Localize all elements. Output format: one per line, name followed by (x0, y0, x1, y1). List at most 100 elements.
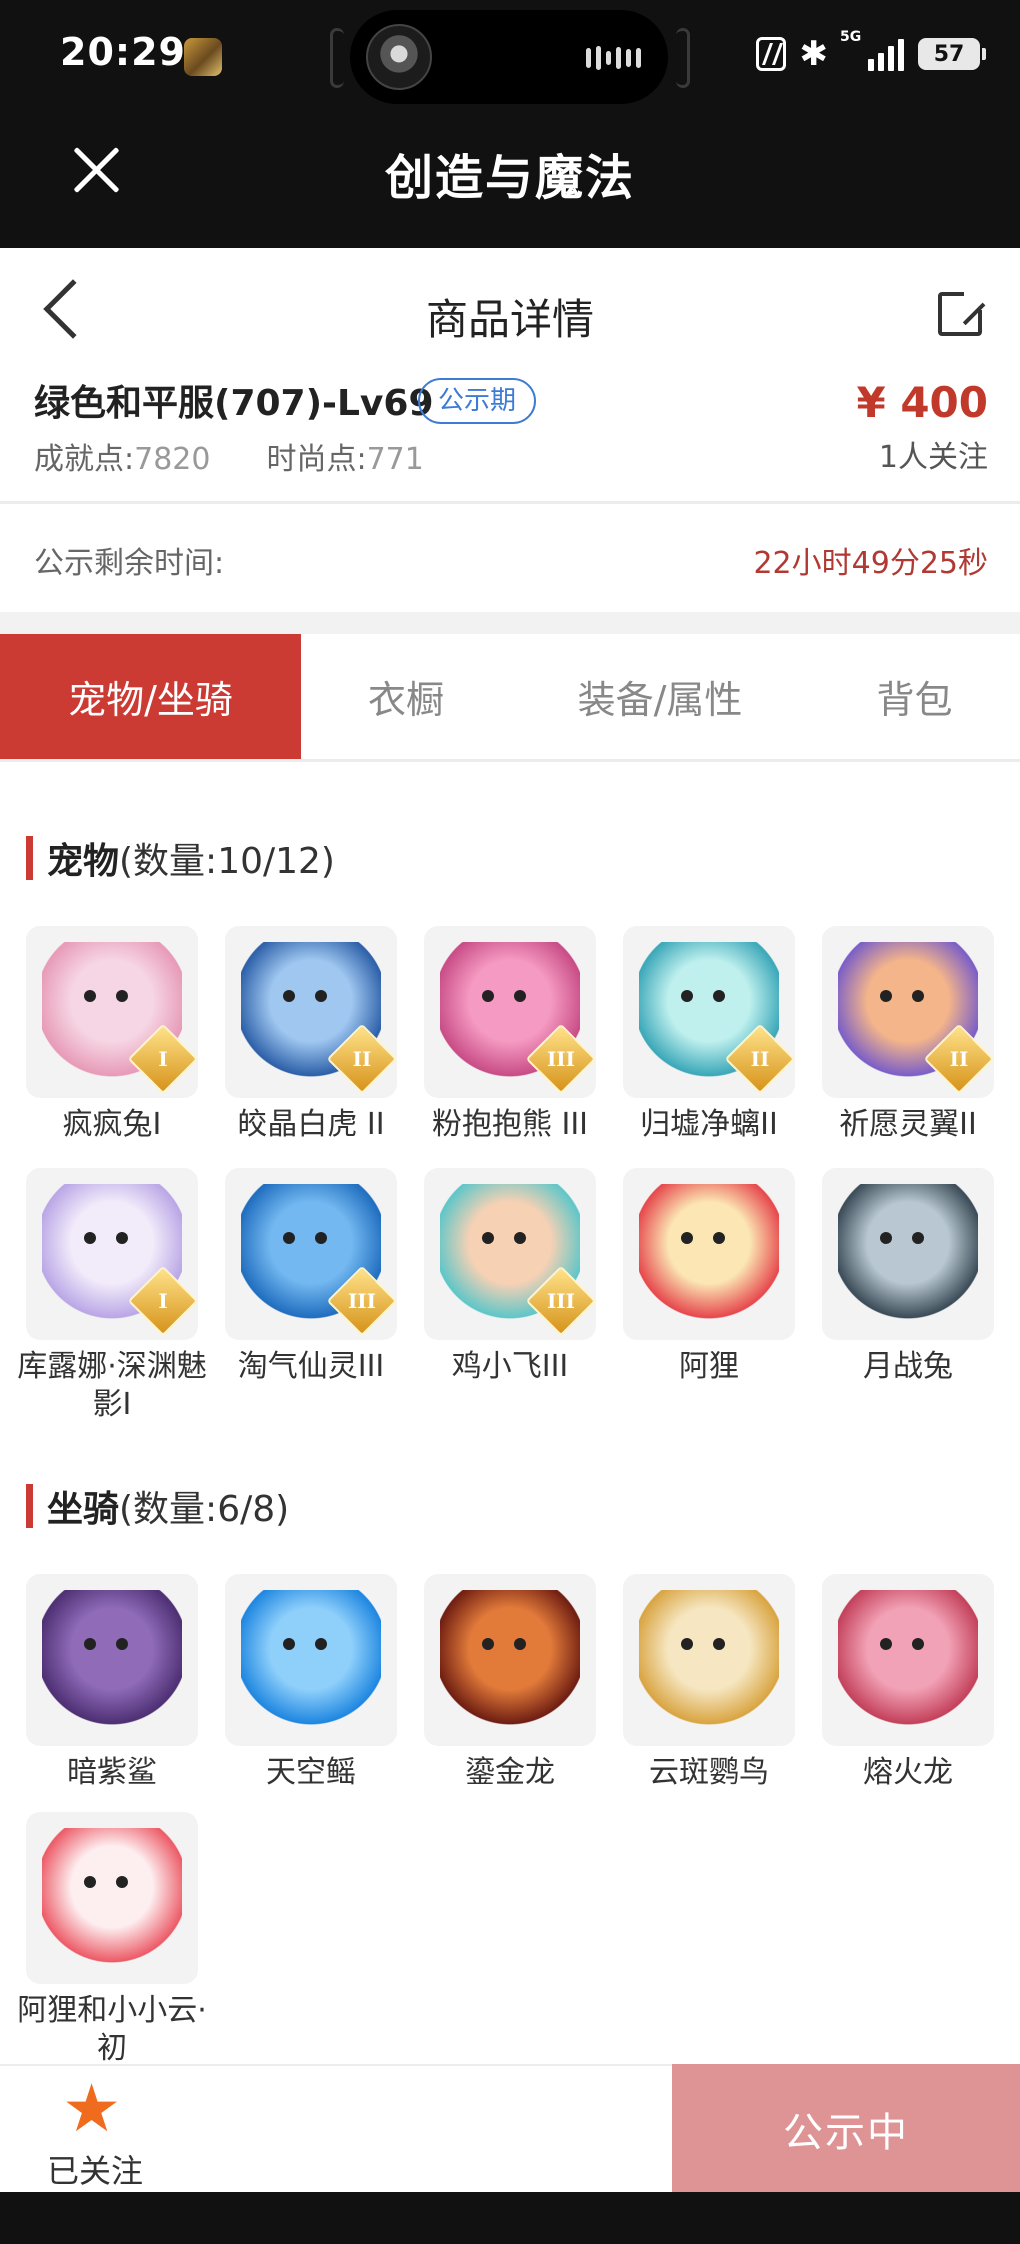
item-thumbnail: II (623, 926, 795, 1098)
product-name: 绿色和平服(707)-Lv69 (34, 383, 434, 424)
share-icon[interactable] (938, 288, 986, 336)
item-thumbnail: I (26, 1168, 198, 1340)
item-thumbnail: III (424, 926, 596, 1098)
follow-button[interactable]: ★ 已关注 (0, 2066, 190, 2192)
follower-count: 1人关注 (878, 440, 988, 475)
page-title: 商品详情 (425, 295, 594, 344)
collection-item[interactable]: 云斑鹦鸟 (623, 1574, 795, 1792)
item-name: 月战兔 (863, 1349, 953, 1384)
item-thumbnail (26, 1812, 198, 1984)
item-name: 阿狸和小小云·初 (17, 1993, 207, 2066)
rank-numeral: III (347, 1289, 377, 1313)
item-name: 皎晶白虎 II (237, 1107, 385, 1142)
collection-item[interactable]: 暗紫鲨 (26, 1574, 198, 1792)
status-icons: ✱ 5G 57 (755, 29, 986, 74)
item-name: 鸡小飞III (451, 1349, 569, 1384)
item-artwork (639, 1590, 779, 1730)
item-artwork (440, 1590, 580, 1730)
system-nav-bar (0, 2192, 1020, 2244)
item-thumbnail: III (225, 1168, 397, 1340)
collection-item[interactable]: 天空鳐 (225, 1574, 397, 1792)
collection-item[interactable]: III 粉抱抱熊 III (424, 926, 596, 1144)
collection-item[interactable]: II 归墟净螭II (623, 926, 795, 1144)
bluetooth-icon: ✱ (799, 34, 829, 74)
media-artwork-icon (366, 24, 432, 90)
item-name: 淘气仙灵III (237, 1349, 385, 1384)
item-thumbnail: I (26, 926, 198, 1098)
collection-item[interactable]: 熔火龙 (822, 1574, 994, 1792)
section-separator (0, 612, 1020, 634)
dynamic-island[interactable] (350, 10, 668, 104)
rank-numeral: II (352, 1047, 372, 1071)
item-thumbnail (623, 1168, 795, 1340)
tab-pets-mounts[interactable]: 宠物/坐骑 (0, 634, 301, 759)
tab-backpack[interactable]: 背包 (809, 634, 1020, 759)
collection-item[interactable]: I 疯疯兔I (26, 926, 198, 1144)
section-title: 坐骑 (47, 1489, 120, 1530)
item-name: 疯疯兔I (62, 1107, 162, 1142)
collection-item[interactable]: III 鸡小飞III (424, 1168, 596, 1424)
status-bar: 20:29 ✱ 5G 57 (0, 0, 1020, 114)
status-time: 20:29 (60, 30, 186, 74)
achievement-value: 7820 (134, 442, 211, 477)
star-icon: ★ (62, 2070, 122, 2147)
nfc-icon (755, 37, 786, 71)
section-count: (数量:6/8) (119, 1489, 290, 1530)
item-name: 熔火龙 (863, 1755, 953, 1790)
tab-bar: 宠物/坐骑 衣橱 装备/属性 背包 (0, 634, 1020, 762)
item-thumbnail (822, 1574, 994, 1746)
pets-grid: I 疯疯兔I II 皎晶白虎 II III 粉抱抱熊 III II 归墟净螭II II 祈愿灵翼I… (17, 926, 996, 1424)
timer-label: 公示剩余时间: (34, 546, 225, 581)
item-name: 云斑鹦鸟 (649, 1755, 769, 1790)
item-artwork (639, 1184, 779, 1324)
section-title: 宠物 (47, 841, 120, 882)
item-name: 粉抱抱熊 III (431, 1107, 589, 1142)
item-name: 天空鳐 (266, 1755, 356, 1790)
bottom-action-bar: ★ 已关注 公示中 (0, 2064, 1020, 2194)
collection-item[interactable]: II 祈愿灵翼II (822, 926, 994, 1144)
signal-icon: 5G (840, 29, 904, 71)
achievement-label: 成就点: (34, 442, 135, 477)
item-name: 归墟净螭II (640, 1107, 778, 1142)
item-name: 阿狸 (679, 1349, 739, 1384)
item-artwork (42, 1828, 182, 1968)
collection-item[interactable]: 阿狸和小小云·初 (17, 1812, 207, 2068)
divider (0, 501, 1020, 504)
publicity-status-button[interactable]: 公示中 (672, 2064, 1020, 2194)
mounts-grid: 暗紫鲨 天空鳐 鎏金龙 云斑鹦鸟 熔火龙阿狸和小小云·初 (17, 1574, 996, 2068)
app-title: 创造与魔法 (384, 150, 635, 206)
collection-item[interactable]: 阿狸 (623, 1168, 795, 1424)
item-artwork (838, 1590, 978, 1730)
rank-numeral: II (949, 1047, 969, 1071)
collection-item[interactable]: II 皎晶白虎 II (225, 926, 397, 1144)
section-accent-bar (26, 1484, 33, 1528)
fashion-label: 时尚点: (266, 442, 367, 477)
island-bracket-right (676, 28, 690, 88)
item-thumbnail: III (424, 1168, 596, 1340)
rank-numeral: III (546, 1289, 576, 1313)
item-thumbnail (822, 1168, 994, 1340)
item-name: 库露娜·深渊魅影I (17, 1349, 207, 1422)
app-titlebar: 创造与魔法 (0, 114, 1020, 248)
collection-item[interactable]: I 库露娜·深渊魅影I (17, 1168, 207, 1424)
tab-wardrobe[interactable]: 衣橱 (301, 634, 511, 759)
item-artwork (838, 1184, 978, 1324)
item-name: 鎏金龙 (465, 1755, 555, 1790)
collection-item[interactable]: III 淘气仙灵III (225, 1168, 397, 1424)
section-count: (数量:10/12) (119, 841, 335, 882)
tab-equipment-attributes[interactable]: 装备/属性 (511, 634, 809, 759)
item-thumbnail (424, 1574, 596, 1746)
product-stats: 成就点:7820 时尚点:771 (34, 434, 424, 478)
price: ¥ 400 (856, 378, 988, 427)
page-header: 商品详情 (0, 248, 1020, 378)
game-app-icon (184, 38, 222, 76)
rank-numeral: III (546, 1047, 576, 1071)
timer-value: 22小时49分25秒 (753, 546, 988, 581)
pets-section-header: 宠物 (数量:10/12) (26, 832, 335, 884)
mounts-section-header: 坐骑 (数量:6/8) (26, 1480, 289, 1532)
collection-item[interactable]: 鎏金龙 (424, 1574, 596, 1792)
item-thumbnail: II (225, 926, 397, 1098)
item-thumbnail (26, 1574, 198, 1746)
status-badge: 公示期 (418, 378, 537, 424)
collection-item[interactable]: 月战兔 (822, 1168, 994, 1424)
